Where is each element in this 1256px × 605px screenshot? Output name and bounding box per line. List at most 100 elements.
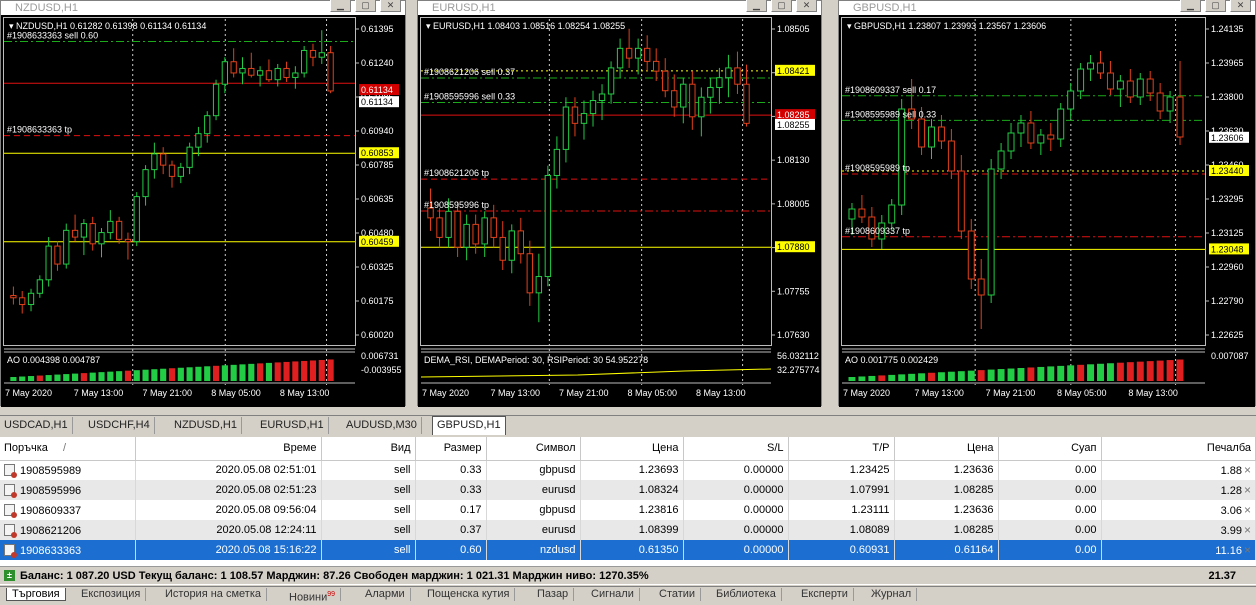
tab-account-history[interactable]: История на сметка [160, 588, 267, 601]
column-header-current-price[interactable]: Цена [894, 437, 999, 461]
candle-body [1126, 80, 1134, 98]
indicator-bar [977, 370, 985, 381]
order-ticket: 1908609337 [20, 504, 82, 517]
price-label: 0.60175 [361, 296, 394, 306]
tab-experts[interactable]: Експерти [796, 588, 854, 601]
table-cell: eurusd [486, 520, 581, 540]
tab-signals[interactable]: Сигнали [586, 588, 640, 601]
table-row[interactable]: 1908609337 2020.05.08 09:56:04 sell 0.17 gbp… [0, 500, 1256, 520]
price-label: 1.23965 [1211, 58, 1244, 68]
table-cell: 1.08285 [894, 520, 999, 540]
column-header-type[interactable]: Вид [321, 437, 416, 461]
price-chart[interactable]: #1908633363 sell 0.60 #1908633363 tp ▾ NZD… [1, 15, 405, 407]
table-cell: 0.17 [415, 500, 487, 520]
tab-usdchf[interactable]: USDCHF,H4 [84, 417, 155, 434]
table-cell: 0.00000 [683, 540, 789, 560]
minimize-button[interactable]: ▁ [330, 0, 351, 12]
minimize-button[interactable]: ▁ [746, 0, 767, 12]
column-label: Поръчка [4, 442, 48, 455]
order-label: #1908595996 sell 0.33 [424, 91, 515, 101]
column-header-order[interactable]: Поръчка / [0, 437, 136, 461]
table-row[interactable]: 1908633363 2020.05.08 15:16:22 sell 0.60 nzd… [0, 540, 1256, 560]
indicator-bar [957, 371, 965, 381]
candle-body [918, 118, 926, 148]
candle-body [888, 204, 896, 224]
price-chart[interactable]: #1908621206 sell 0.37 #1908595996 sell 0.… [418, 15, 821, 407]
maximize-button[interactable]: ▢ [355, 0, 376, 12]
chart-window-nzdusd[interactable]: NZDUSD,H1 ▁ ▢ ✕ #1908633363 sell 0.60 #19… [0, 0, 406, 407]
tab-alerts[interactable]: Аларми [360, 588, 411, 601]
table-cell: sell [321, 520, 416, 540]
candle-body [544, 174, 552, 278]
tab-eurusd[interactable]: EURUSD,H1 [256, 417, 329, 434]
indicator-bar [186, 367, 193, 381]
close-button[interactable]: ✕ [380, 0, 401, 12]
sort-arrow-icon: / [62, 442, 67, 455]
candle-body [1077, 68, 1085, 92]
tab-audusd[interactable]: AUDUSD,M30 [342, 417, 422, 434]
column-header-profit[interactable]: Печалба [1101, 437, 1256, 461]
close-order-icon[interactable]: × [1242, 523, 1251, 537]
candle-body [481, 217, 488, 245]
chart-window-titlebar[interactable]: EURUSD,H1 ▁ ▢ ✕ [418, 0, 821, 15]
tab-gbpusd[interactable]: GBPUSD,H1 [432, 416, 506, 435]
table-row[interactable]: 1908595989 2020.05.08 02:51:01 sell 0.33 gbp… [0, 460, 1256, 480]
time-label: 8 May 05:00 [628, 388, 678, 398]
table-cell: 0.00000 [683, 500, 789, 520]
tab-news[interactable]: Новини99 [284, 588, 342, 604]
order-label: #1908609337 tp [845, 226, 910, 236]
chart-window-titlebar[interactable]: NZDUSD,H1 ▁ ▢ ✕ [1, 0, 405, 15]
price-chart[interactable]: #1908609337 sell 0.17 #1908595989 sell 0.… [839, 15, 1255, 407]
table-cell: 1.23693 [580, 460, 684, 480]
balance-total: 21.37 [1208, 570, 1236, 582]
tab-trade[interactable]: Търговия [6, 588, 66, 601]
candle-body [27, 292, 35, 306]
indicator-bar [19, 376, 26, 381]
candle-body [725, 67, 732, 79]
tab-library[interactable]: Библиотека [711, 588, 782, 601]
chart-window-gbpusd[interactable]: GBPUSD,H1 ▁ ▢ ✕ #1908609337 sell 0.17 #19… [838, 0, 1256, 407]
column-header-size[interactable]: Размер [415, 437, 487, 461]
maximize-button[interactable]: ▢ [1205, 0, 1226, 12]
tab-exposure[interactable]: Експозиция [76, 588, 147, 601]
column-header-time[interactable]: Време [135, 437, 322, 461]
table-cell: 3.06 × [1101, 500, 1256, 520]
close-order-icon[interactable]: × [1242, 543, 1251, 557]
tab-journal[interactable]: Журнал [866, 588, 918, 601]
minimize-button[interactable]: ▁ [1180, 0, 1201, 12]
column-header-tp[interactable]: T/P [788, 437, 895, 461]
price-tag-label: 0.61134 [361, 97, 393, 107]
candle-body [1027, 122, 1035, 144]
table-cell: 0.33 [415, 480, 487, 500]
indicator-bar [89, 372, 96, 381]
candle-body [160, 153, 167, 166]
tab-nzdusd[interactable]: NZDUSD,H1 [170, 417, 242, 434]
maximize-button[interactable]: ▢ [771, 0, 792, 12]
close-button[interactable]: ✕ [796, 0, 817, 12]
tab-mailbox[interactable]: Пощенска кутия [422, 588, 516, 601]
column-header-swap[interactable]: Суап [998, 437, 1102, 461]
column-header-sl[interactable]: S/L [683, 437, 789, 461]
price-label: 1.08505 [777, 24, 810, 34]
candle-body [625, 47, 633, 59]
table-row[interactable]: 1908595996 2020.05.08 02:51:23 sell 0.33 eur… [0, 480, 1256, 500]
tab-market[interactable]: Пазар [532, 588, 575, 601]
table-row[interactable]: 1908621206 2020.05.08 12:24:11 sell 0.37 eur… [0, 520, 1256, 540]
chart-window-eurusd[interactable]: EURUSD,H1 ▁ ▢ ✕ #1908621206 sell 0.37 #19… [417, 0, 822, 407]
close-order-icon[interactable]: × [1242, 503, 1251, 517]
candle-body [168, 164, 176, 177]
close-order-icon[interactable]: × [1242, 463, 1251, 477]
close-button[interactable]: ✕ [1230, 0, 1251, 12]
column-header-price[interactable]: Цена [580, 437, 684, 461]
column-header-symbol[interactable]: Символ [486, 437, 581, 461]
indicator-bar [318, 359, 325, 381]
close-order-icon[interactable]: × [1242, 483, 1251, 497]
tab-articles[interactable]: Статии [654, 588, 702, 601]
candle-body [45, 245, 52, 281]
order-ticket: 1908621206 [20, 524, 82, 537]
chart-window-titlebar[interactable]: GBPUSD,H1 ▁ ▢ ✕ [839, 0, 1255, 15]
candle-body [743, 83, 750, 124]
candle-body [716, 77, 723, 88]
tab-usdcad[interactable]: USDCAD,H1 [0, 417, 73, 434]
balance-icon: ± [4, 570, 15, 581]
